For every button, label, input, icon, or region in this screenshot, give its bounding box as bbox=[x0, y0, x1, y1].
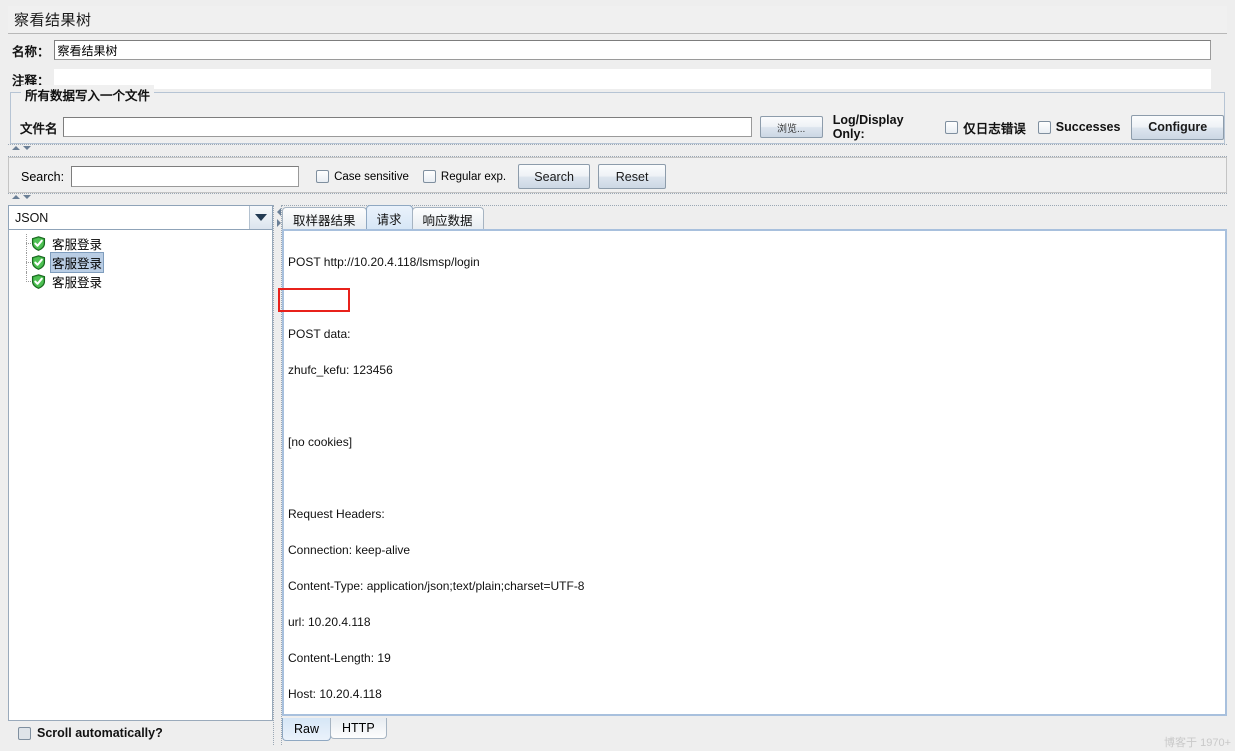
detail-tab-strip: 取样器结果 请求 响应数据 bbox=[282, 205, 1227, 230]
log-errors-checkbox-label: 仅日志错误 bbox=[963, 121, 1026, 136]
request-line-10: url: 10.20.4.118 bbox=[288, 615, 371, 629]
search-row: Search: Case sensitive Regular exp. Sear… bbox=[21, 164, 667, 189]
splitter-middle-arrows[interactable] bbox=[12, 195, 31, 199]
collapse-up-icon[interactable] bbox=[12, 195, 20, 199]
success-shield-icon bbox=[31, 274, 46, 289]
success-shield-icon bbox=[31, 255, 46, 270]
success-shield-icon bbox=[31, 236, 46, 251]
page-title-text: 察看结果树 bbox=[14, 12, 92, 29]
collapse-right-icon[interactable] bbox=[276, 219, 281, 227]
collapse-left-icon[interactable] bbox=[276, 208, 281, 216]
comment-input[interactable] bbox=[53, 69, 1211, 89]
request-text-content: POST http://10.20.4.118/lsmsp/login POST… bbox=[284, 231, 1225, 714]
chevron-down-icon[interactable] bbox=[249, 206, 272, 229]
tab-sampler-result[interactable]: 取样器结果 bbox=[282, 207, 367, 230]
successes-checkbox-box[interactable] bbox=[1037, 120, 1051, 134]
tree-item-1[interactable]: 客服登录 bbox=[9, 252, 272, 273]
tab-http[interactable]: HTTP bbox=[330, 718, 387, 739]
collapse-up-icon[interactable] bbox=[12, 146, 20, 150]
request-line-7: Request Headers: bbox=[288, 507, 385, 521]
request-line-11: Content-Length: 19 bbox=[288, 651, 391, 665]
log-display-only-label: Log/Display Only: bbox=[832, 113, 904, 141]
name-row: 名称： bbox=[12, 39, 1225, 61]
search-input[interactable] bbox=[71, 166, 300, 187]
write-all-data-group-title: 所有数据写入一个文件 bbox=[21, 85, 155, 104]
case-sensitive-checkbox[interactable]: Case sensitive bbox=[316, 170, 409, 183]
tab-response-data[interactable]: 响应数据 bbox=[411, 207, 484, 230]
filename-label: 文件名 bbox=[20, 121, 58, 136]
results-tree[interactable]: 客服登录 客服登录 客服登录 bbox=[8, 230, 273, 721]
tree-item-label: 客服登录 bbox=[52, 276, 103, 290]
reset-button[interactable]: Reset bbox=[598, 164, 667, 189]
regular-exp-checkbox[interactable]: Regular exp. bbox=[422, 170, 507, 183]
search-panel: Search: Case sensitive Regular exp. Sear… bbox=[8, 157, 1227, 193]
regular-exp-checkbox-box[interactable] bbox=[422, 170, 436, 183]
request-line-8: Connection: keep-alive bbox=[288, 543, 411, 557]
request-line-3: zhufc_kefu: 123456 bbox=[288, 363, 393, 377]
tree-item-0[interactable]: 客服登录 bbox=[9, 234, 272, 253]
case-sensitive-label: Case sensitive bbox=[334, 170, 409, 183]
case-sensitive-checkbox-box[interactable] bbox=[316, 170, 330, 183]
browse-button[interactable]: 浏览... bbox=[759, 116, 823, 138]
request-line-0: POST http://10.20.4.118/lsmsp/login bbox=[288, 255, 480, 269]
collapse-down-icon[interactable] bbox=[23, 195, 31, 199]
name-label: 名称： bbox=[12, 44, 50, 59]
log-errors-checkbox[interactable]: 仅日志错误 bbox=[945, 118, 1026, 137]
scroll-automatically-checkbox-box[interactable] bbox=[18, 726, 31, 740]
tree-item-label: 客服登录 bbox=[52, 238, 103, 252]
comment-row: 注释： bbox=[12, 68, 1225, 90]
configure-button[interactable]: Configure bbox=[1131, 114, 1224, 140]
successes-checkbox-label: Successes bbox=[1055, 120, 1121, 134]
splitter-top[interactable] bbox=[8, 144, 1227, 157]
request-line-2: POST data: bbox=[288, 327, 351, 341]
collapse-down-icon[interactable] bbox=[23, 146, 31, 150]
request-detail-panel: 取样器结果 请求 响应数据 POST http://10.20.4.118/ls… bbox=[282, 205, 1227, 745]
search-button[interactable]: Search bbox=[518, 164, 591, 189]
search-label: Search: bbox=[21, 169, 65, 184]
successes-checkbox[interactable]: Successes bbox=[1037, 120, 1121, 134]
tree-root-children: 客服登录 客服登录 客服登录 bbox=[9, 230, 272, 291]
request-line-5: [no cookies] bbox=[288, 435, 353, 449]
filename-row: 文件名 浏览... Log/Display Only: 仅日志错误 Succes… bbox=[20, 113, 1224, 141]
name-input[interactable] bbox=[53, 40, 1211, 60]
tree-item-label-selected: 客服登录 bbox=[50, 252, 105, 273]
scroll-automatically-checkbox[interactable]: Scroll automatically? bbox=[8, 721, 273, 745]
panel-divider[interactable] bbox=[273, 205, 282, 745]
renderer-combo[interactable]: JSON bbox=[8, 205, 273, 230]
jmeter-view-results-tree: 察看结果树 名称： 注释： 所有数据写入一个文件 文件名 浏览... Log/D… bbox=[0, 0, 1235, 751]
regular-exp-label: Regular exp. bbox=[440, 170, 507, 183]
tree-item-2[interactable]: 客服登录 bbox=[9, 272, 272, 291]
splitter-top-arrows[interactable] bbox=[12, 146, 31, 150]
view-mode-tab-strip: Raw HTTP bbox=[282, 718, 1227, 743]
log-errors-checkbox-box[interactable] bbox=[945, 120, 959, 134]
write-all-data-group: 所有数据写入一个文件 文件名 浏览... Log/Display Only: 仅… bbox=[10, 85, 1225, 144]
request-line-12: Host: 10.20.4.118 bbox=[288, 687, 382, 701]
results-tree-panel: JSON 客服登录 客服登录 客服登录 Scroll automatically… bbox=[8, 205, 273, 745]
request-text-area[interactable]: POST http://10.20.4.118/lsmsp/login POST… bbox=[282, 229, 1227, 716]
tab-raw[interactable]: Raw bbox=[282, 718, 332, 741]
request-line-9: Content-Type: application/json;text/plai… bbox=[288, 579, 585, 593]
filename-input[interactable] bbox=[62, 117, 752, 137]
scroll-automatically-label: Scroll automatically? bbox=[37, 726, 163, 740]
tab-request[interactable]: 请求 bbox=[365, 205, 413, 230]
renderer-combo-value: JSON bbox=[15, 210, 49, 225]
watermark: 博客于 1970+ bbox=[1164, 737, 1231, 749]
page-title: 察看结果树 bbox=[8, 6, 1227, 34]
